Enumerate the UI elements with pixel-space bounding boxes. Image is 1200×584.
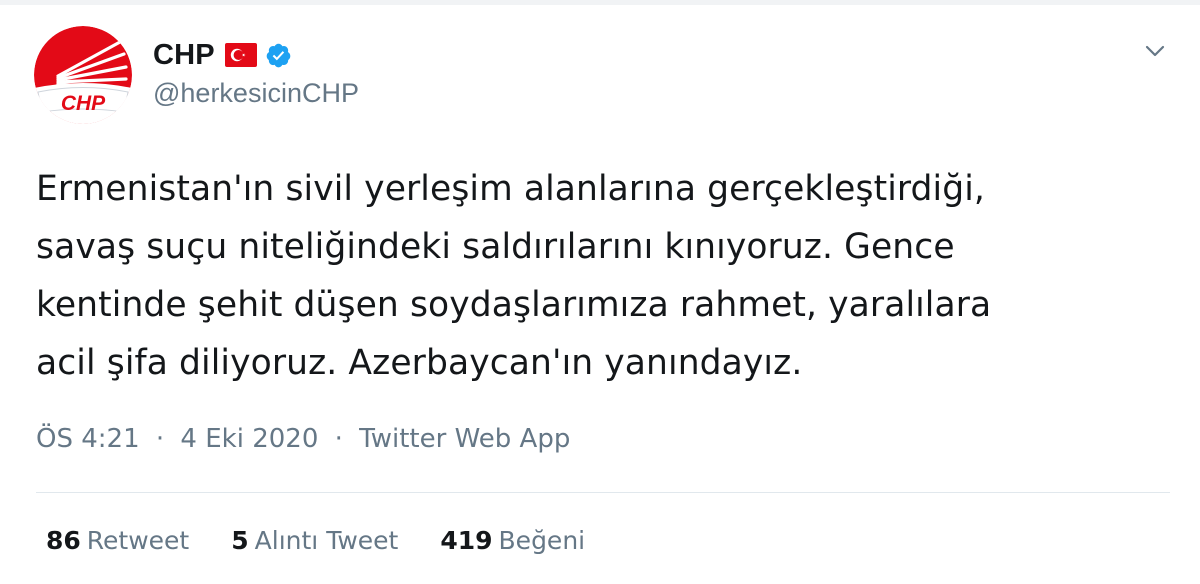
quote-tweet-stat[interactable]: 5 Alıntı Tweet xyxy=(231,526,398,555)
chp-logo-icon: CHP xyxy=(34,26,132,124)
tweet-stats: 86 Retweet 5 Alıntı Tweet 419 Beğeni xyxy=(46,526,627,555)
quote-label: Alıntı Tweet xyxy=(254,526,399,555)
tweet-time[interactable]: ÖS 4:21 xyxy=(36,424,140,454)
retweet-stat[interactable]: 86 Retweet xyxy=(46,526,189,555)
user-handle[interactable]: @herkesicinCHP xyxy=(153,78,359,109)
like-stat[interactable]: 419 Beğeni xyxy=(440,526,585,555)
tweet-text: Ermenistan'ın sivil yerleşim alanlarına … xyxy=(36,160,1176,392)
tweet-text-line: acil şifa diliyoruz. Azerbaycan'ın yanın… xyxy=(36,343,803,383)
retweet-label: Retweet xyxy=(86,526,190,555)
turkey-flag-icon xyxy=(224,43,257,67)
divider xyxy=(36,492,1170,493)
retweet-count: 86 xyxy=(46,526,81,555)
tweet-text-line: savaş suçu niteliğindeki saldırılarını k… xyxy=(36,227,955,267)
meta-separator: · xyxy=(334,424,343,454)
tweet-meta: ÖS 4:21 · 4 Eki 2020 · Twitter Web App xyxy=(36,424,570,454)
display-name[interactable]: CHP xyxy=(153,39,215,72)
like-label: Beğeni xyxy=(498,526,586,555)
tweet-text-line: Ermenistan'ın sivil yerleşim alanlarına … xyxy=(36,169,985,209)
chevron-down-icon[interactable] xyxy=(1141,40,1169,62)
tweet-text-line: kentinde şehit düşen soydaşlarımıza rahm… xyxy=(36,285,992,325)
meta-separator: · xyxy=(155,424,165,454)
tweet-source-link[interactable]: Twitter Web App xyxy=(359,424,570,454)
tweet-date[interactable]: 4 Eki 2020 xyxy=(180,424,318,454)
tweet-card: CHP CHP @herkesicinCHP Ermenistan'ın siv… xyxy=(0,0,1200,584)
quote-count: 5 xyxy=(231,526,249,555)
verified-badge-icon xyxy=(266,43,291,67)
avatar-text: CHP xyxy=(61,92,106,115)
top-border xyxy=(0,0,1200,5)
like-count: 419 xyxy=(440,526,493,555)
avatar[interactable]: CHP xyxy=(34,26,132,124)
user-name-row: CHP xyxy=(153,36,292,74)
